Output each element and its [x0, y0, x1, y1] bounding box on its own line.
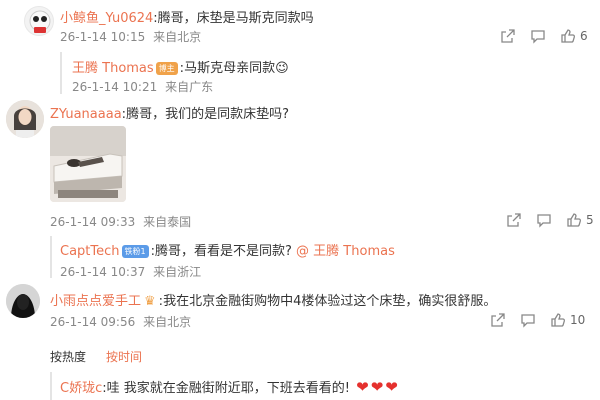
comment-icon[interactable]: [536, 212, 552, 228]
timestamp: 26-1-14 10:21: [72, 80, 158, 94]
username[interactable]: 小雨点点爱手工: [50, 294, 141, 309]
timestamp: 26-1-14 10:15: [60, 30, 146, 44]
mention-link[interactable]: @ 王腾 Thomas: [296, 244, 395, 259]
crown-icon: ♛: [144, 294, 156, 309]
like-count: 6: [580, 29, 588, 43]
comment-actions: 10: [490, 312, 585, 328]
comment-icon[interactable]: [530, 28, 546, 44]
comment-text: 腾哥，床垫是马斯克同款吗: [157, 11, 314, 26]
share-icon[interactable]: [490, 312, 506, 328]
comment-text: 腾哥，我们的是同款床垫吗?: [126, 107, 289, 122]
share-icon[interactable]: [506, 212, 522, 228]
location: 来自广东: [165, 80, 214, 94]
like-count: 10: [570, 313, 586, 327]
comment-line: 小雨点点爱手工 ♛:我在北京金融街购物中4楼体验过这个床垫，确实很舒服。: [50, 294, 497, 309]
reply-divider: [60, 52, 62, 94]
username[interactable]: 小鲸鱼_Yu0624: [60, 11, 153, 26]
username[interactable]: ZYuanaaaa: [50, 107, 122, 122]
fan-badge: 铁粉1: [121, 245, 149, 258]
location: 来自泰国: [143, 215, 192, 229]
comment-meta: 26-1-14 10:15 来自北京: [60, 28, 201, 45]
reply-meta: 26-1-14 10:21 来自广东: [72, 78, 213, 95]
wink-emoji-icon: 😉: [275, 61, 289, 76]
reply-line: CaptTech 铁粉1:腾哥，看看是不是同款? @ 王腾 Thomas: [60, 244, 395, 259]
share-icon[interactable]: [500, 28, 516, 44]
comment-actions: 6: [500, 28, 588, 44]
reply-line: C娇珑c:哇 我家就在金融街附近耶，下班去看看的! ❤ ❤ ❤: [60, 378, 398, 396]
sort-by-time-tab[interactable]: 按时间: [106, 348, 142, 365]
comment-actions: 5: [506, 212, 594, 228]
heart-icon: ❤: [385, 378, 398, 396]
reply-text: 马斯克母亲同款: [184, 61, 276, 76]
reply-text: 哇 我家就在金融街附近耶，下班去看看的!: [106, 381, 350, 396]
like-count: 5: [586, 213, 594, 227]
timestamp: 26-1-14 10:37: [60, 265, 146, 279]
comment-image[interactable]: [50, 126, 126, 202]
reply-username[interactable]: CaptTech: [60, 244, 120, 259]
reply-divider: [50, 372, 52, 400]
heart-icon: ❤: [370, 378, 384, 396]
heart-icon: ❤: [356, 378, 369, 396]
thumbs-up-icon[interactable]: [550, 312, 566, 328]
avatar[interactable]: [6, 100, 44, 138]
location: 来自北京: [153, 30, 202, 44]
reply-divider: [50, 236, 52, 278]
reply-username[interactable]: C娇珑c: [60, 381, 102, 396]
comment-meta: 26-1-14 09:33 来自泰国: [50, 213, 191, 230]
comment-line: ZYuanaaaa:腾哥，我们的是同款床垫吗?: [50, 107, 289, 122]
sort-tabs: 按热度 按时间: [50, 348, 142, 365]
location: 来自浙江: [153, 265, 202, 279]
comment-meta: 26-1-14 09:56 来自北京: [50, 313, 191, 330]
reply-meta: 26-1-14 10:37 来自浙江: [60, 263, 201, 280]
avatar[interactable]: [24, 6, 54, 36]
reply-text: 腾哥，看看是不是同款?: [155, 244, 292, 259]
comment-icon[interactable]: [520, 312, 536, 328]
thumbs-up-icon[interactable]: [566, 212, 582, 228]
comment-line: 小鲸鱼_Yu0624:腾哥，床垫是马斯克同款吗: [60, 11, 314, 26]
timestamp: 26-1-14 09:56: [50, 315, 136, 329]
comment-text: 我在北京金融街购物中4楼体验过这个床垫，确实很舒服。: [163, 294, 497, 309]
timestamp: 26-1-14 09:33: [50, 215, 136, 229]
location: 来自北京: [143, 315, 192, 329]
blogger-badge: 博主: [155, 62, 178, 75]
reply-username[interactable]: 王腾 Thomas: [72, 61, 154, 76]
sort-by-hot-tab[interactable]: 按热度: [50, 348, 86, 365]
avatar[interactable]: [6, 284, 40, 318]
thumbs-up-icon[interactable]: [560, 28, 576, 44]
reply-line: 王腾 Thomas 博主:马斯克母亲同款😉: [72, 61, 289, 76]
